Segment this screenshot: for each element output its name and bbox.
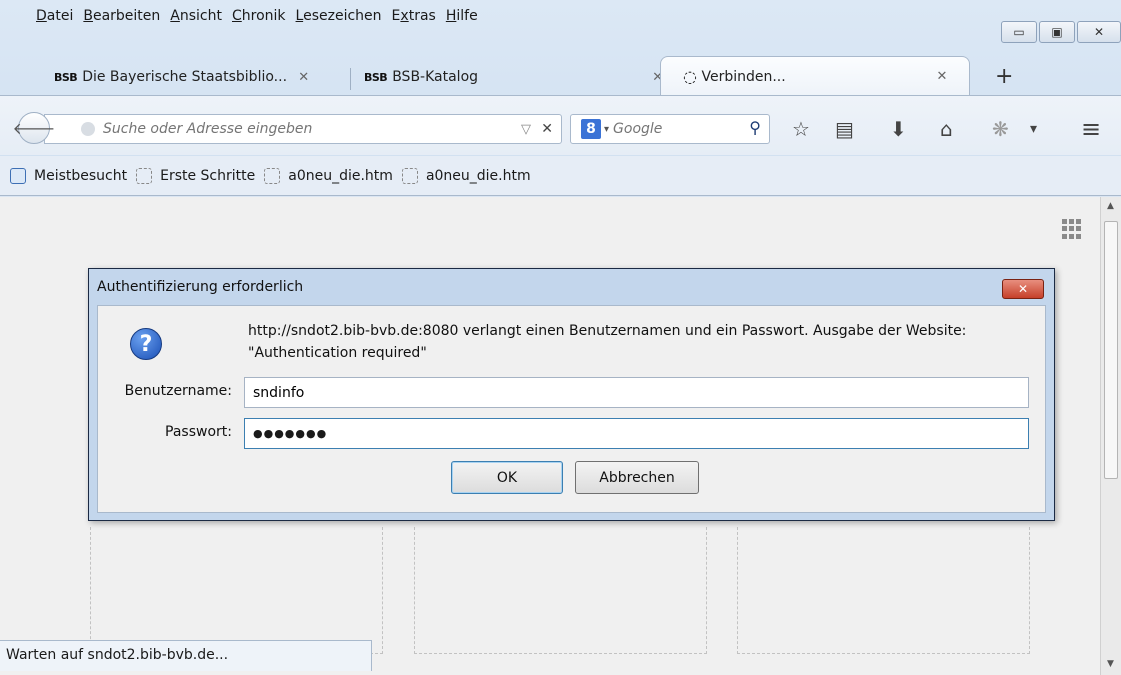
menu-accel: A (170, 8, 180, 24)
window-controls: ▭ ▣ ✕ (1001, 21, 1121, 43)
bookmark-star-icon[interactable]: ☆ (792, 117, 810, 141)
bookmark-meistbesucht[interactable]: Meistbesucht (10, 167, 128, 184)
auth-dialog: Authentifizierung erforderlich ✕ ? http:… (88, 268, 1055, 521)
tab-staatsbibliothek[interactable]: BSB Die Bayerische Staatsbiblio... ✕ (54, 60, 309, 94)
menu-text: nsicht (179, 8, 222, 24)
dialog-body: ? http://sndot2.bib-bvb.de:8080 verlangt… (97, 305, 1046, 513)
search-bar[interactable]: 8 ▾ ⚲ (570, 114, 770, 144)
search-icon[interactable]: ⚲ (749, 118, 761, 137)
menu-text: ilfe (456, 8, 478, 24)
tab-bar: BSB Die Bayerische Staatsbiblio... ✕ BSB… (40, 56, 1080, 96)
google-engine-icon[interactable]: 8 (581, 119, 601, 139)
username-field[interactable] (244, 377, 1029, 408)
loading-spinner-icon: ◌ (683, 67, 697, 86)
page-icon (401, 167, 418, 184)
new-tab-tile[interactable] (737, 527, 1030, 654)
bookmark-label: a0neu_die.htm (425, 167, 531, 184)
close-tab-icon[interactable]: ✕ (936, 69, 947, 84)
menu-text: earbeiten (92, 8, 161, 24)
bsb-favicon-icon: BSB (364, 70, 388, 84)
most-visited-icon (10, 167, 26, 184)
url-bar[interactable]: ▽ ✕ (44, 114, 562, 144)
navigation-bar: ▽ ✕ 🡐 8 ▾ ⚲ ☆ ▤ ⬇ ⌂ ❋ ▾ ≡ (0, 95, 1121, 155)
menu-extras[interactable]: Extras (392, 8, 436, 24)
menu-accel: H (445, 8, 457, 24)
bookmark-a0neu-2[interactable]: a0neu_die.htm (401, 167, 531, 184)
download-icon[interactable]: ⬇ (890, 117, 907, 141)
globe-icon (81, 122, 95, 136)
back-button[interactable]: 🡐 (13, 112, 55, 144)
dialog-close-button[interactable]: ✕ (1002, 279, 1044, 299)
menu-accel: D (36, 8, 47, 24)
auth-message: http://sndot2.bib-bvb.de:8080 verlangt e… (248, 323, 967, 361)
vertical-scrollbar[interactable]: ▲ ▼ (1100, 197, 1121, 675)
new-tab-tile[interactable] (414, 527, 707, 654)
ok-button[interactable]: OK (451, 461, 563, 494)
scroll-down-icon[interactable]: ▼ (1107, 659, 1114, 669)
home-icon[interactable]: ⌂ (940, 117, 953, 141)
scroll-up-icon[interactable]: ▲ (1107, 201, 1114, 211)
password-dots: ●●●●●●● (253, 427, 328, 440)
menu-accel: x (400, 8, 409, 24)
menu-text: atei (46, 8, 74, 24)
clear-url-icon[interactable]: ✕ (541, 121, 553, 137)
bookmarks-bar: Meistbesucht Erste Schritte a0neu_die.ht… (0, 156, 1121, 196)
menu-ansicht[interactable]: Ansicht (170, 8, 222, 24)
page-icon (264, 167, 281, 184)
menu-bearbeiten[interactable]: Bearbeiten (83, 8, 160, 24)
search-input[interactable] (613, 121, 734, 137)
maximize-button[interactable]: ▣ (1039, 21, 1075, 43)
status-bar: Warten auf sndot2.bib-bvb.de... (0, 640, 372, 671)
bookmark-label: a0neu_die.htm (288, 167, 393, 184)
tile-grid-icon[interactable] (1062, 219, 1082, 239)
menu-accel: C (232, 8, 242, 24)
bsb-favicon-icon: BSB (54, 70, 78, 84)
page-icon (136, 167, 153, 184)
username-input[interactable] (253, 384, 1028, 401)
menu-lesezeichen[interactable]: Lesezeichen (296, 8, 382, 24)
menu-text: hronik (241, 8, 286, 24)
bookmark-label: Meistbesucht (34, 167, 128, 184)
menu-accel: L (295, 8, 304, 24)
cancel-button[interactable]: Abbrechen (575, 461, 699, 494)
new-tab-button[interactable]: + (995, 64, 1013, 89)
bookmark-a0neu-1[interactable]: a0neu_die.htm (264, 167, 393, 184)
addon-icon[interactable]: ❋ (992, 117, 1009, 141)
bookmark-label: Erste Schritte (160, 167, 256, 184)
addon-caret-icon[interactable]: ▾ (1030, 117, 1037, 141)
dialog-title: Authentifizierung erforderlich (97, 279, 304, 295)
tab-verbinden[interactable]: ◌ Verbinden... ✕ (660, 56, 970, 96)
engine-caret-icon[interactable]: ▾ (604, 124, 609, 135)
menu-chronik[interactable]: Chronik (232, 8, 286, 24)
menu-hilfe[interactable]: Hilfe (446, 8, 478, 24)
password-field[interactable]: ●●●●●●● (244, 418, 1029, 449)
tab-title: Die Bayerische Staatsbiblio... (82, 69, 288, 85)
url-input[interactable] (103, 121, 483, 137)
history-dropdown-icon[interactable]: ▽ (521, 122, 531, 137)
tab-separator (350, 68, 351, 90)
minimize-button[interactable]: ▭ (1001, 21, 1037, 43)
close-window-button[interactable]: ✕ (1077, 21, 1121, 43)
question-icon: ? (130, 328, 162, 360)
menu-text: esezeichen (303, 8, 382, 24)
menu-bar: Datei Bearbeiten Ansicht Chronik Lesezei… (0, 0, 900, 36)
tab-bsb-katalog[interactable]: BSB BSB-Katalog ✕ (364, 60, 663, 94)
reading-list-icon[interactable]: ▤ (835, 117, 854, 141)
username-label: Benutzername: (124, 383, 232, 399)
menu-accel: B (83, 8, 93, 24)
bookmark-erste-schritte[interactable]: Erste Schritte (136, 167, 256, 184)
menu-text: tras (408, 8, 436, 24)
close-tab-icon[interactable]: ✕ (298, 70, 309, 85)
hamburger-menu-icon[interactable]: ≡ (1081, 117, 1101, 141)
tab-title: BSB-Katalog (392, 69, 479, 85)
password-label: Passwort: (165, 424, 232, 440)
scroll-thumb[interactable] (1104, 221, 1118, 479)
new-tab-tile[interactable] (90, 527, 383, 654)
tab-title: Verbinden... (701, 68, 786, 85)
menu-datei[interactable]: Datei (26, 8, 73, 24)
browser-chrome: Datei Bearbeiten Ansicht Chronik Lesezei… (0, 0, 1121, 196)
